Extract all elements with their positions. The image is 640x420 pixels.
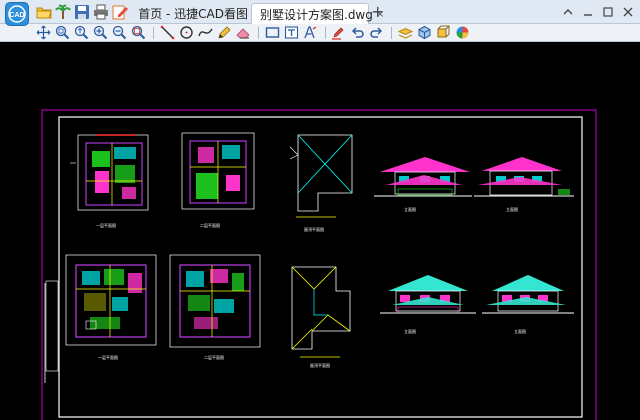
drawing-label: 屋顶平面图	[304, 226, 324, 232]
text-box-icon[interactable]	[284, 25, 299, 40]
drawing-label: 立面图	[404, 328, 416, 334]
palm-tree-icon[interactable]	[55, 4, 71, 20]
color-wheel-icon[interactable]	[455, 25, 470, 40]
cad-logo-icon: CAD	[8, 5, 26, 23]
app-logo[interactable]: CAD	[5, 2, 29, 26]
second-floor-plan-bottom	[169, 254, 261, 348]
undo-icon[interactable]	[350, 25, 365, 40]
eraser-icon[interactable]	[236, 25, 251, 40]
drawing-label: 屋顶平面图	[310, 362, 330, 368]
toolbar-separator	[391, 27, 392, 39]
chevron-up-icon[interactable]	[560, 4, 576, 20]
cad-viewer-window: CAD 首页 - 迅捷CAD看图 别墅设计方案图.dwg × + 一层平面图 二…	[0, 0, 640, 420]
spline-icon[interactable]	[198, 25, 213, 40]
drawing-label: 一层平面图	[98, 354, 118, 360]
circle-icon[interactable]	[179, 25, 194, 40]
toolbar-separator	[258, 27, 259, 39]
zoom-realtime-icon[interactable]	[74, 25, 89, 40]
side-elevation-bottom	[482, 275, 574, 314]
redo-icon[interactable]	[369, 25, 384, 40]
open-folder-icon[interactable]	[36, 4, 52, 20]
tab-home-label: 首页 - 迅捷CAD看图	[138, 7, 248, 21]
print-icon[interactable]	[93, 4, 109, 20]
zoom-out-icon[interactable]	[112, 25, 127, 40]
pan-icon[interactable]	[36, 25, 51, 40]
text-style-icon[interactable]	[303, 25, 318, 40]
view-cube-icon[interactable]	[436, 25, 451, 40]
second-floor-plan-top	[181, 132, 255, 210]
roof-plan-top	[289, 134, 353, 218]
front-elevation-top	[374, 157, 472, 197]
cad-drawing[interactable]: 一层平面图 二层平面图 屋顶平面图 立面图 立面图 一层平面图 二层平面图 屋顶…	[0, 43, 640, 420]
rectangle-icon[interactable]	[265, 25, 280, 40]
drawing-canvas[interactable]: 一层平面图 二层平面图 屋顶平面图 立面图 立面图 一层平面图 二层平面图 屋顶…	[0, 43, 640, 420]
tab-drawing-label: 别墅设计方案图.dwg	[260, 7, 373, 22]
save-icon[interactable]	[74, 4, 90, 20]
side-elevation-top	[474, 157, 574, 197]
toolbar-separator	[325, 27, 326, 39]
title-block	[45, 280, 59, 372]
tab-home[interactable]: 首页 - 迅捷CAD看图	[130, 3, 248, 24]
drawing-label: 立面图	[404, 206, 416, 212]
toolbar-separator	[153, 27, 154, 39]
maximize-icon[interactable]	[600, 4, 616, 20]
tab-drawing-file[interactable]: CAD 别墅设计方案图.dwg ×	[251, 3, 384, 24]
drawing-label: 二层平面图	[204, 354, 224, 360]
layer-icon[interactable]	[398, 25, 413, 40]
highlighter-icon[interactable]	[331, 25, 346, 40]
first-floor-plan-top	[70, 134, 149, 211]
first-floor-plan-bottom	[65, 254, 157, 346]
close-icon[interactable]	[620, 4, 636, 20]
tab-strip: CAD 首页 - 迅捷CAD看图 别墅设计方案图.dwg × +	[0, 0, 640, 26]
pencil-icon[interactable]	[217, 25, 232, 40]
new-tab-button[interactable]: +	[371, 2, 384, 21]
svg-text:CAD: CAD	[9, 12, 24, 19]
line-icon[interactable]	[160, 25, 175, 40]
3d-box-icon[interactable]	[417, 25, 432, 40]
zoom-extents-icon[interactable]	[131, 25, 146, 40]
drawing-label: 二层平面图	[200, 222, 220, 228]
drawing-label: 立面图	[506, 206, 518, 212]
minimize-icon[interactable]	[580, 4, 596, 20]
zoom-window-icon[interactable]	[55, 25, 70, 40]
drawing-label: 一层平面图	[96, 222, 116, 228]
zoom-in-icon[interactable]	[93, 25, 108, 40]
front-elevation-bottom	[380, 275, 476, 314]
drawing-toolbar	[0, 24, 640, 42]
edit-icon[interactable]	[112, 4, 128, 20]
drawing-label: 立面图	[514, 328, 526, 334]
roof-plan-bottom	[291, 266, 351, 358]
